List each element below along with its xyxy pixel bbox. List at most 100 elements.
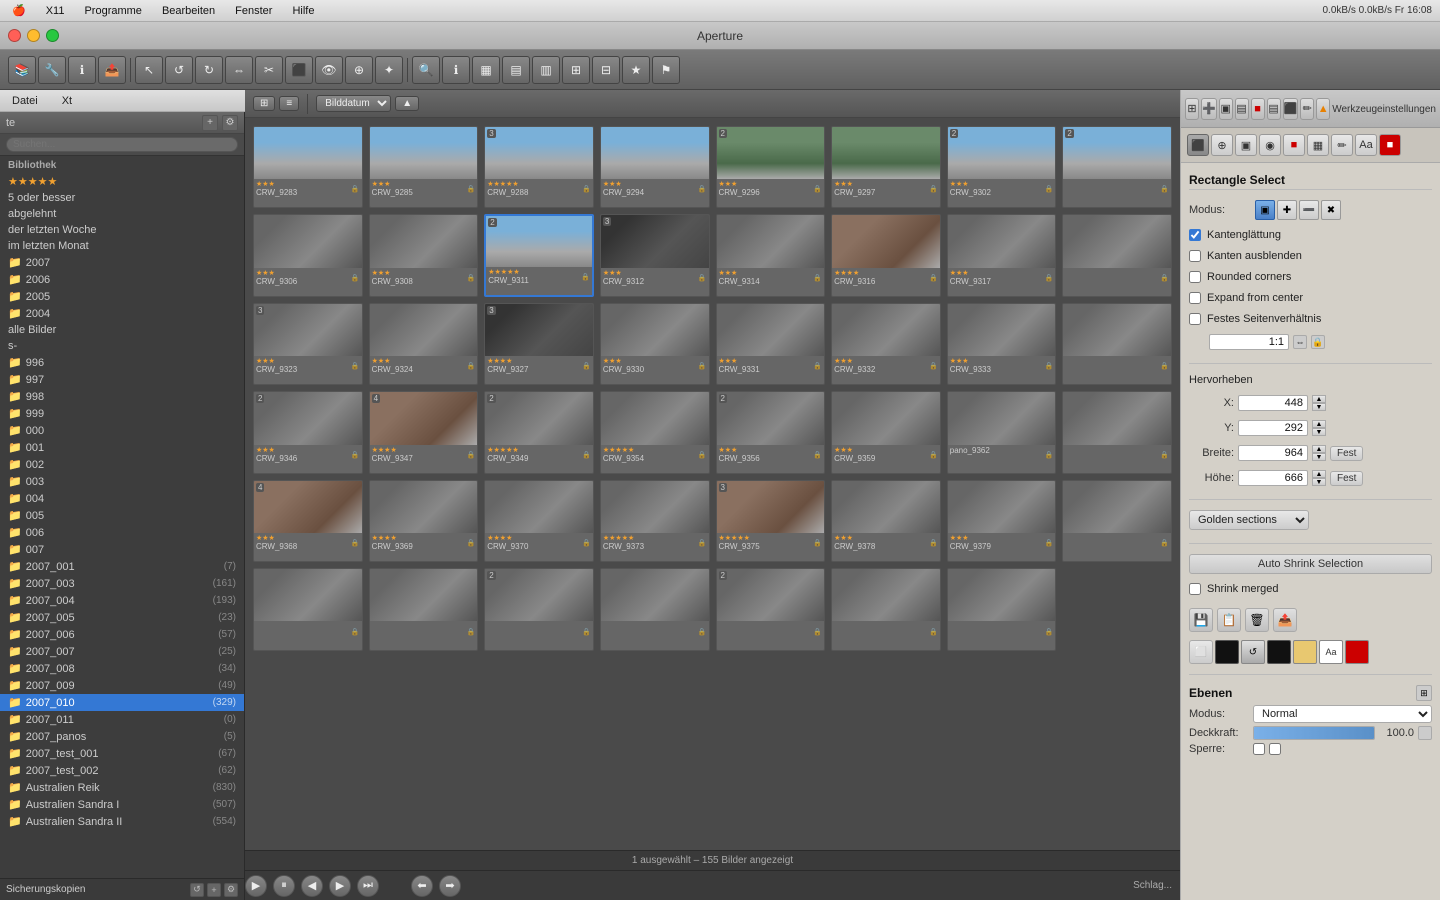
y-increment-btn[interactable]: ▲ xyxy=(1312,420,1326,428)
footer-btn-7[interactable]: ➡ xyxy=(439,875,461,897)
sidebar-item-australien-sandra-ii[interactable]: 📁 Australien Sandra II (554) xyxy=(0,813,244,830)
photo-cell[interactable]: 3🔒★★★★★CRW_9288 xyxy=(484,126,594,208)
tool-eye[interactable]: 👁 xyxy=(315,56,343,84)
sidebar-item-alle[interactable]: alle Bilder xyxy=(0,322,244,338)
sidebar-settings-btn[interactable]: ⚙ xyxy=(222,115,238,131)
photo-cell[interactable]: 🔒★★★CRW_9306 xyxy=(253,214,363,296)
rt-icon-4[interactable]: ▤ xyxy=(1235,98,1249,120)
breite-fest-btn[interactable]: Fest xyxy=(1330,446,1363,461)
rect-tool-btn-4[interactable]: ◉ xyxy=(1259,134,1281,156)
tool-select[interactable]: ↖ xyxy=(135,56,163,84)
photo-cell[interactable]: 2🔒★★★CRW_9356 xyxy=(716,391,826,473)
sidebar-item-003[interactable]: 📁 003 xyxy=(0,473,244,490)
action-btn-3[interactable]: 🗑 xyxy=(1245,608,1269,632)
photo-cell[interactable]: 🔒★★★CRW_9314 xyxy=(716,214,826,296)
tool-grid3[interactable]: ▥ xyxy=(532,56,560,84)
tool-flip[interactable]: ⇔ xyxy=(225,56,253,84)
sidebar-item-2007010[interactable]: 📁 2007_010 (329) xyxy=(0,694,244,711)
sidebar-item-002[interactable]: 📁 002 xyxy=(0,456,244,473)
sidebar-item-stars[interactable]: ★★★★★ xyxy=(0,173,244,190)
sidebar-item-letzter-monat[interactable]: im letzten Monat xyxy=(0,238,244,254)
photo-cell[interactable]: 🔒★★★CRW_9330 xyxy=(600,303,710,385)
sidebar-item-2007007[interactable]: 📁 2007_007 (25) xyxy=(0,643,244,660)
ebenen-modus-select[interactable]: Normal xyxy=(1253,705,1432,723)
sidebar-item-2007test001[interactable]: 📁 2007_test_001 (67) xyxy=(0,745,244,762)
rect-tool-btn-6[interactable]: ▦ xyxy=(1307,134,1329,156)
close-button[interactable] xyxy=(8,29,21,42)
photo-cell[interactable]: 🔒★★★CRW_9331 xyxy=(716,303,826,385)
shrink-merged-checkbox[interactable] xyxy=(1189,583,1201,595)
photo-cell[interactable]: 🔒 xyxy=(1062,303,1172,385)
photo-cell[interactable]: 3🔒★★★CRW_9312 xyxy=(600,214,710,296)
mode-intersect-btn[interactable]: ✖ xyxy=(1321,200,1341,220)
sidebar-item-5besser[interactable]: 5 oder besser xyxy=(0,190,244,206)
tool-grid2[interactable]: ▤ xyxy=(502,56,530,84)
rt-icon-6[interactable]: ▤ xyxy=(1267,98,1281,120)
sidebar-item-007[interactable]: 📁 007 xyxy=(0,541,244,558)
tool-info[interactable]: ℹ xyxy=(442,56,470,84)
menu-programme[interactable]: Programme xyxy=(80,3,145,19)
photo-cell[interactable]: 🔒★★★★CRW_9369 xyxy=(369,480,479,562)
photo-cell[interactable]: 🔒 xyxy=(600,568,710,650)
photo-cell[interactable]: 🔒★★★CRW_9285 xyxy=(369,126,479,208)
sidebar-item-2007[interactable]: 📁 2007 xyxy=(0,254,244,271)
tool-stamp[interactable]: ⬛ xyxy=(285,56,313,84)
sidebar-item-abgelehnt[interactable]: abgelehnt xyxy=(0,206,244,222)
color-tool-1[interactable]: ⬜ xyxy=(1189,640,1213,664)
photo-cell[interactable]: 4🔒★★★★CRW_9347 xyxy=(369,391,479,473)
rect-tool-btn-9[interactable]: ■ xyxy=(1379,134,1401,156)
ebenen-expand-btn[interactable]: ⊞ xyxy=(1416,685,1432,701)
photo-cell[interactable]: 🔒★★★CRW_9294 xyxy=(600,126,710,208)
footer-btn-5[interactable]: ⏭ xyxy=(357,875,379,897)
photo-cell[interactable]: 🔒★★★CRW_9378 xyxy=(831,480,941,562)
foreground-color-btn[interactable] xyxy=(1215,640,1239,664)
ratio-input[interactable] xyxy=(1209,334,1289,350)
tool-export[interactable]: 📤 xyxy=(98,56,126,84)
rt-icon-5[interactable]: ■ xyxy=(1251,98,1265,120)
tool-clone[interactable]: ⊕ xyxy=(345,56,373,84)
sperre-checkbox-2[interactable] xyxy=(1269,743,1281,755)
photo-cell[interactable]: 2🔒★★★★★CRW_9349 xyxy=(484,391,594,473)
footer-btn-6[interactable]: ⬅ xyxy=(411,875,433,897)
x-decrement-btn[interactable]: ▼ xyxy=(1312,403,1326,411)
tool-star-rate[interactable]: ★ xyxy=(622,56,650,84)
photo-cell[interactable]: 2🔒★★★CRW_9302 xyxy=(947,126,1057,208)
tool-rotate-left[interactable]: ↺ xyxy=(165,56,193,84)
rect-tool-btn-1[interactable]: ⬛ xyxy=(1187,134,1209,156)
sort-direction-btn[interactable]: ▲ xyxy=(395,96,419,111)
photo-cell[interactable]: 🔒pano_9362 xyxy=(947,391,1057,473)
rect-tool-btn-2[interactable]: ⊕ xyxy=(1211,134,1233,156)
hoehe-fest-btn[interactable]: Fest xyxy=(1330,471,1363,486)
color-btn-black[interactable] xyxy=(1267,640,1291,664)
kanten-ausblenden-checkbox[interactable] xyxy=(1189,250,1201,262)
sidebar-item-s[interactable]: s- xyxy=(0,338,244,354)
photo-cell[interactable]: 2🔒 xyxy=(1062,126,1172,208)
tool-crop[interactable]: ✂ xyxy=(255,56,283,84)
tool-adjust[interactable]: 🔧 xyxy=(38,56,66,84)
photo-cell[interactable]: 🔒★★★CRW_9359 xyxy=(831,391,941,473)
photo-cell[interactable]: 🔒★★★CRW_9379 xyxy=(947,480,1057,562)
sidebar-item-letzte-woche[interactable]: der letzten Woche xyxy=(0,222,244,238)
hoehe-decrement-btn[interactable]: ▼ xyxy=(1312,478,1326,486)
menu-hilfe[interactable]: Hilfe xyxy=(288,3,318,19)
photo-cell[interactable]: 🔒★★★CRW_9332 xyxy=(831,303,941,385)
rt-icon-3[interactable]: ▣ xyxy=(1219,98,1233,120)
x-increment-btn[interactable]: ▲ xyxy=(1312,395,1326,403)
sidebar-item-001[interactable]: 📁 001 xyxy=(0,439,244,456)
photo-cell[interactable]: 3🔒★★★★★CRW_9375 xyxy=(716,480,826,562)
tool-grid4[interactable]: ⊞ xyxy=(562,56,590,84)
photo-cell[interactable]: 🔒 xyxy=(947,568,1057,650)
sidebar-item-2007test002[interactable]: 📁 2007_test_002 (62) xyxy=(0,762,244,779)
kantenglattung-checkbox[interactable] xyxy=(1189,229,1201,241)
photo-cell[interactable]: 🔒 xyxy=(1062,480,1172,562)
ratio-lock-btn[interactable]: 🔒 xyxy=(1311,335,1325,349)
golden-sections-select[interactable]: Golden sections xyxy=(1189,510,1309,530)
sidebar-item-999[interactable]: 📁 999 xyxy=(0,405,244,422)
sidebar-item-998[interactable]: 📁 998 xyxy=(0,388,244,405)
photo-cell[interactable]: 🔒★★★CRW_9317 xyxy=(947,214,1057,296)
photo-cell[interactable]: 🔒 xyxy=(253,568,363,650)
sperre-checkbox-1[interactable] xyxy=(1253,743,1265,755)
action-btn-4[interactable]: 📤 xyxy=(1273,608,1297,632)
tool-metadata[interactable]: ℹ xyxy=(68,56,96,84)
photo-cell[interactable]: 2🔒★★★CRW_9296 xyxy=(716,126,826,208)
